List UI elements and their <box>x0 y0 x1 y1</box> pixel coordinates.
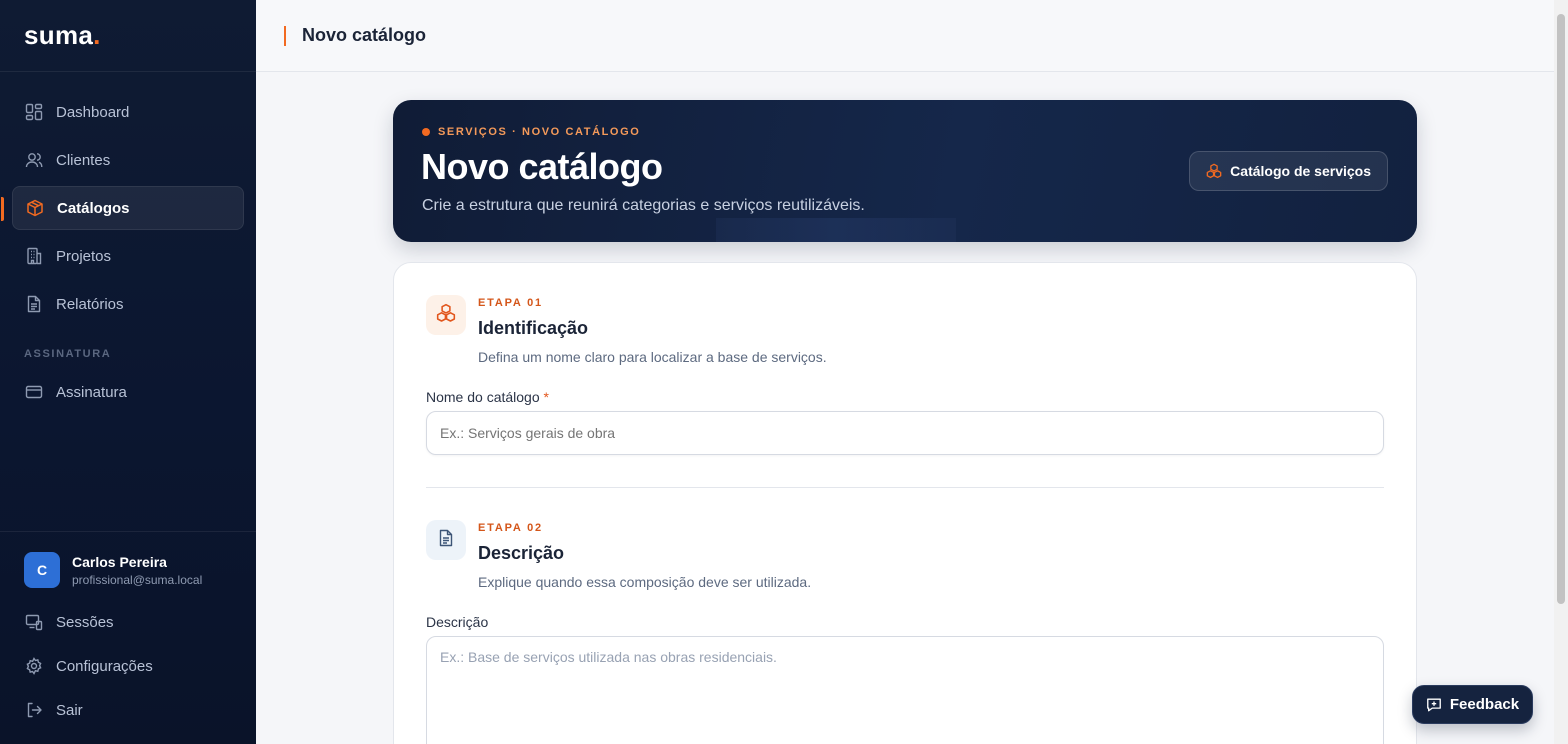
user-profile[interactable]: C Carlos Pereira profissional@suma.local <box>0 532 256 600</box>
description-textarea[interactable]: Ex.: Base de serviços utilizada nas obra… <box>426 636 1384 744</box>
boxes-icon <box>436 303 456 328</box>
logout-icon <box>24 700 44 720</box>
document-icon <box>437 529 455 552</box>
sidebar-section-label: ASSINATURA <box>24 348 112 360</box>
sidebar-item-label: Catálogos <box>57 199 130 217</box>
page-title: Novo catálogo <box>302 25 427 45</box>
building-icon <box>24 246 44 266</box>
step1-kicker: ETAPA 01 <box>478 297 543 309</box>
required-mark: * <box>543 389 549 405</box>
service-catalog-button-label: Catálogo de serviços <box>1230 163 1371 179</box>
step2-description: Explique quando essa composição deve ser… <box>478 574 812 590</box>
feedback-button-label: Feedback <box>1449 696 1520 713</box>
dashboard-icon <box>24 102 44 122</box>
form-card: ETAPA 01 Identificação Defina um nome cl… <box>393 262 1417 744</box>
sidebar-item-projetos[interactable]: Projetos <box>12 234 244 278</box>
sidebar-nav: Dashboard Clientes Catálogos Projetos Re… <box>0 72 256 414</box>
title-accent-bar <box>284 25 286 46</box>
step1-description: Defina um nome claro para localizar a ba… <box>478 349 827 365</box>
report-icon <box>24 294 44 314</box>
top-bar: Novo catálogo <box>256 0 1554 72</box>
sidebar-item-relatorios[interactable]: Relatórios <box>12 282 244 326</box>
scrollbar-track[interactable] <box>1554 0 1568 744</box>
devices-icon <box>24 612 44 632</box>
feedback-button[interactable]: Feedback <box>1412 685 1533 724</box>
credit-card-icon <box>24 382 44 402</box>
sidebar-item-catalogos[interactable]: Catálogos <box>1 186 244 230</box>
brand-name: suma <box>24 20 94 50</box>
catalog-name-label: Nome do catálogo * <box>426 389 549 405</box>
scrollbar-thumb[interactable] <box>1557 14 1565 604</box>
sidebar-item-label: Assinatura <box>56 383 127 401</box>
sidebar-item-label: Dashboard <box>56 103 130 121</box>
step2-title: Descrição <box>478 543 565 563</box>
sidebar-link-label: Configurações <box>56 657 153 675</box>
service-catalog-button[interactable]: Catálogo de serviços <box>1189 151 1388 191</box>
package-icon <box>25 198 45 218</box>
user-name: Carlos Pereira <box>72 553 167 570</box>
catalog-name-label-text: Nome do catálogo <box>426 389 540 405</box>
sidebar-item-clientes[interactable]: Clientes <box>12 138 244 182</box>
step1-title: Identificação <box>478 318 589 338</box>
hero-breadcrumb-text: SERVIÇOS · NOVO CATÁLOGO <box>438 126 641 138</box>
sidebar-link-sair[interactable]: Sair <box>0 688 256 732</box>
catalog-name-input[interactable] <box>426 411 1384 455</box>
users-icon <box>24 150 44 170</box>
step1-icon-box <box>426 295 466 335</box>
step2-kicker: ETAPA 02 <box>478 522 543 534</box>
sidebar-link-configuracoes[interactable]: Configurações <box>0 644 256 688</box>
sidebar-link-sessoes[interactable]: Sessões <box>0 600 256 644</box>
hero-decoration <box>716 218 956 242</box>
boxes-icon <box>1206 163 1222 179</box>
status-dot <box>422 128 430 136</box>
sidebar-link-label: Sessões <box>56 613 114 631</box>
description-label: Descrição <box>426 614 489 630</box>
sidebar-footer: C Carlos Pereira profissional@suma.local… <box>0 531 256 732</box>
sidebar-item-label: Projetos <box>56 247 112 265</box>
user-email: profissional@suma.local <box>72 572 203 587</box>
sidebar-item-dashboard[interactable]: Dashboard <box>12 90 244 134</box>
brand-logo[interactable]: suma. <box>0 0 256 72</box>
hero-subtitle: Crie a estrutura que reunirá categorias … <box>422 197 865 214</box>
brand-dot: . <box>93 20 101 50</box>
hero-title: Novo catálogo <box>421 146 663 187</box>
message-plus-icon <box>1426 697 1442 713</box>
hero-banner: SERVIÇOS · NOVO CATÁLOGO Novo catálogo C… <box>393 100 1417 242</box>
sidebar-item-label: Relatórios <box>56 295 124 313</box>
hero-breadcrumb: SERVIÇOS · NOVO CATÁLOGO <box>422 126 640 138</box>
sidebar-item-assinatura[interactable]: Assinatura <box>12 370 244 414</box>
sidebar-link-label: Sair <box>56 701 83 719</box>
section-divider <box>426 487 1384 488</box>
sidebar-item-label: Clientes <box>56 151 111 169</box>
sidebar: suma. Dashboard Clientes Catálogos Proje… <box>0 0 256 744</box>
gear-icon <box>24 656 44 676</box>
step2-icon-box <box>426 520 466 560</box>
avatar: C <box>24 552 60 588</box>
